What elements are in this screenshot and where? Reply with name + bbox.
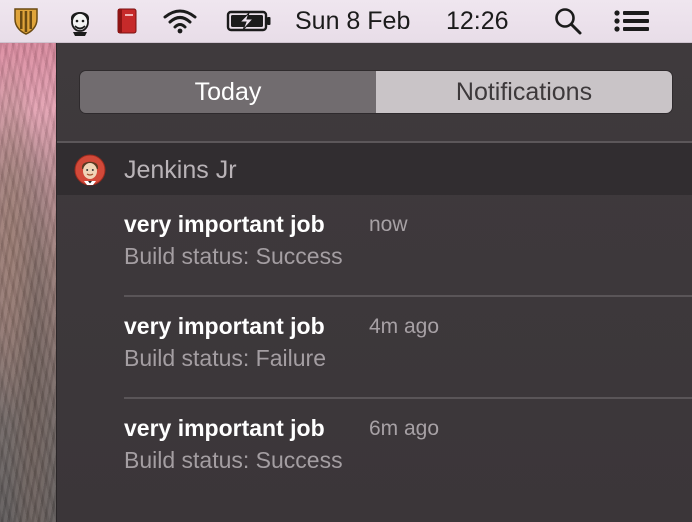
notification-time: now xyxy=(369,213,408,236)
notification-item[interactable]: very important job now Build status: Suc… xyxy=(57,195,692,297)
menubar-time[interactable]: 12:26 xyxy=(446,0,526,42)
desktop-wallpaper xyxy=(0,43,56,522)
app-name: Jenkins Jr xyxy=(124,156,237,184)
notification-center-icon[interactable] xyxy=(610,0,654,42)
notification-body: Build status: Failure xyxy=(124,345,326,371)
face-avatar-icon[interactable] xyxy=(62,0,98,42)
today-notifications-segmented-control: Today Notifications xyxy=(80,71,672,113)
notification-title: very important job xyxy=(124,415,325,441)
notification-body: Build status: Success xyxy=(124,447,343,473)
menubar-date[interactable]: Sun 8 Feb xyxy=(295,0,430,42)
wifi-icon[interactable] xyxy=(158,0,202,42)
tab-today[interactable]: Today xyxy=(80,71,376,113)
jenkins-butler-icon xyxy=(74,154,106,186)
notification-body: Build status: Success xyxy=(124,243,343,269)
date-text: Sun 8 Feb xyxy=(295,6,411,35)
notification-time: 6m ago xyxy=(369,417,440,440)
spotlight-search-icon[interactable] xyxy=(550,0,586,42)
notification-item[interactable]: very important job 6m ago Build status: … xyxy=(57,399,692,501)
battery-charging-icon[interactable] xyxy=(224,0,274,42)
shield-app-icon[interactable] xyxy=(8,0,44,42)
tab-notifications[interactable]: Notifications xyxy=(376,71,672,113)
time-text: 12:26 xyxy=(446,6,509,35)
red-book-icon[interactable] xyxy=(112,0,142,42)
app-group-header[interactable]: Jenkins Jr xyxy=(57,143,692,195)
notification-time: 4m ago xyxy=(369,315,440,338)
notification-title: very important job xyxy=(124,211,325,237)
notification-item[interactable]: very important job 4m ago Build status: … xyxy=(57,297,692,399)
menu-bar: Sun 8 Feb 12:26 xyxy=(0,0,692,43)
notification-title: very important job xyxy=(124,313,325,339)
notification-center-panel: Today Notifications Jenkins Jr very impo… xyxy=(56,43,692,522)
